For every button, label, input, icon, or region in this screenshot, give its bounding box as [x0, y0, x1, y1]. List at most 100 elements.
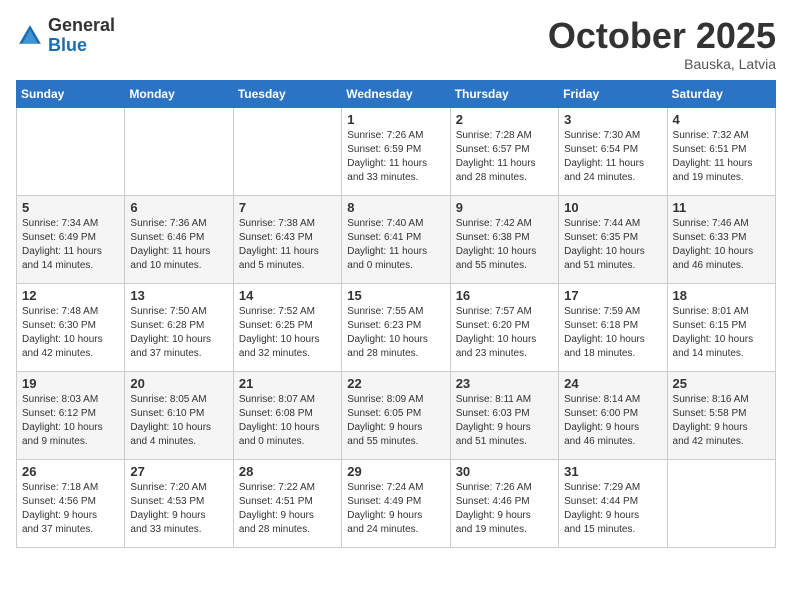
header-cell-saturday: Saturday	[667, 80, 775, 107]
day-info: Sunrise: 8:01 AM Sunset: 6:15 PM Dayligh…	[673, 305, 770, 361]
day-number: 12	[22, 288, 119, 303]
day-number: 10	[564, 200, 661, 215]
day-cell	[233, 107, 341, 195]
week-row-3: 12Sunrise: 7:48 AM Sunset: 6:30 PM Dayli…	[17, 283, 776, 371]
logo: General Blue	[16, 16, 115, 56]
day-info: Sunrise: 7:32 AM Sunset: 6:51 PM Dayligh…	[673, 129, 770, 185]
header-cell-wednesday: Wednesday	[342, 80, 450, 107]
day-info: Sunrise: 7:29 AM Sunset: 4:44 PM Dayligh…	[564, 481, 661, 537]
day-cell: 24Sunrise: 8:14 AM Sunset: 6:00 PM Dayli…	[559, 371, 667, 459]
day-number: 13	[130, 288, 227, 303]
day-info: Sunrise: 7:50 AM Sunset: 6:28 PM Dayligh…	[130, 305, 227, 361]
location: Bauska, Latvia	[548, 56, 776, 72]
day-number: 30	[456, 464, 553, 479]
day-number: 4	[673, 112, 770, 127]
day-cell: 15Sunrise: 7:55 AM Sunset: 6:23 PM Dayli…	[342, 283, 450, 371]
day-info: Sunrise: 8:07 AM Sunset: 6:08 PM Dayligh…	[239, 393, 336, 449]
day-number: 28	[239, 464, 336, 479]
day-cell: 26Sunrise: 7:18 AM Sunset: 4:56 PM Dayli…	[17, 459, 125, 547]
day-cell: 13 Sunrise: 7:50 AM Sunset: 6:28 PM Dayli…	[125, 283, 233, 371]
week-row-2: 5 Sunrise: 7:34 AM Sunset: 6:49 PM Daylig…	[17, 195, 776, 283]
day-cell	[667, 459, 775, 547]
day-info: Sunrise: 7:42 AM Sunset: 6:38 PM Dayligh…	[456, 217, 553, 273]
day-number: 27	[130, 464, 227, 479]
day-cell: 22Sunrise: 8:09 AM Sunset: 6:05 PM Dayli…	[342, 371, 450, 459]
day-number: 19	[22, 376, 119, 391]
day-number: 2	[456, 112, 553, 127]
day-info: Sunrise: 8:05 AM Sunset: 6:10 PM Dayligh…	[130, 393, 227, 449]
day-number: 11	[673, 200, 770, 215]
day-cell: 4 Sunrise: 7:32 AM Sunset: 6:51 PM Daylig…	[667, 107, 775, 195]
header-cell-tuesday: Tuesday	[233, 80, 341, 107]
day-info: Sunrise: 7:59 AM Sunset: 6:18 PM Dayligh…	[564, 305, 661, 361]
day-cell: 5 Sunrise: 7:34 AM Sunset: 6:49 PM Daylig…	[17, 195, 125, 283]
day-number: 16	[456, 288, 553, 303]
day-number: 3	[564, 112, 661, 127]
day-cell: 8 Sunrise: 7:40 AM Sunset: 6:41 PM Daylig…	[342, 195, 450, 283]
day-cell: 30 Sunrise: 7:26 AM Sunset: 4:46 PM Dayli…	[450, 459, 558, 547]
day-number: 1	[347, 112, 444, 127]
day-cell: 2 Sunrise: 7:28 AM Sunset: 6:57 PM Daylig…	[450, 107, 558, 195]
day-number: 14	[239, 288, 336, 303]
page-header: General Blue October 2025 Bauska, Latvia	[16, 16, 776, 72]
day-info: Sunrise: 8:11 AM Sunset: 6:03 PM Dayligh…	[456, 393, 553, 449]
day-cell: 1Sunrise: 7:26 AM Sunset: 6:59 PM Daylig…	[342, 107, 450, 195]
day-cell: 7 Sunrise: 7:38 AM Sunset: 6:43 PM Daylig…	[233, 195, 341, 283]
week-row-5: 26Sunrise: 7:18 AM Sunset: 4:56 PM Dayli…	[17, 459, 776, 547]
day-info: Sunrise: 7:18 AM Sunset: 4:56 PM Dayligh…	[22, 481, 119, 537]
header-cell-monday: Monday	[125, 80, 233, 107]
day-cell: 19 Sunrise: 8:03 AM Sunset: 6:12 PM Dayli…	[17, 371, 125, 459]
day-cell: 27 Sunrise: 7:20 AM Sunset: 4:53 PM Dayli…	[125, 459, 233, 547]
day-info: Sunrise: 7:57 AM Sunset: 6:20 PM Dayligh…	[456, 305, 553, 361]
day-cell: 17Sunrise: 7:59 AM Sunset: 6:18 PM Dayli…	[559, 283, 667, 371]
header-cell-friday: Friday	[559, 80, 667, 107]
day-info: Sunrise: 7:38 AM Sunset: 6:43 PM Dayligh…	[239, 217, 336, 273]
day-info: Sunrise: 7:46 AM Sunset: 6:33 PM Dayligh…	[673, 217, 770, 273]
day-number: 8	[347, 200, 444, 215]
day-number: 25	[673, 376, 770, 391]
day-info: Sunrise: 7:30 AM Sunset: 6:54 PM Dayligh…	[564, 129, 661, 185]
logo-blue: Blue	[48, 36, 115, 56]
day-info: Sunrise: 8:16 AM Sunset: 5:58 PM Dayligh…	[673, 393, 770, 449]
month-title: October 2025	[548, 16, 776, 56]
day-number: 18	[673, 288, 770, 303]
calendar-body: 1Sunrise: 7:26 AM Sunset: 6:59 PM Daylig…	[17, 107, 776, 547]
day-info: Sunrise: 7:52 AM Sunset: 6:25 PM Dayligh…	[239, 305, 336, 361]
day-info: Sunrise: 7:36 AM Sunset: 6:46 PM Dayligh…	[130, 217, 227, 273]
day-number: 22	[347, 376, 444, 391]
day-info: Sunrise: 7:20 AM Sunset: 4:53 PM Dayligh…	[130, 481, 227, 537]
day-cell: 9 Sunrise: 7:42 AM Sunset: 6:38 PM Daylig…	[450, 195, 558, 283]
day-cell: 28Sunrise: 7:22 AM Sunset: 4:51 PM Dayli…	[233, 459, 341, 547]
day-number: 21	[239, 376, 336, 391]
logo-text: General Blue	[48, 16, 115, 56]
day-cell	[125, 107, 233, 195]
day-cell: 14 Sunrise: 7:52 AM Sunset: 6:25 PM Dayli…	[233, 283, 341, 371]
header-cell-sunday: Sunday	[17, 80, 125, 107]
day-cell: 12Sunrise: 7:48 AM Sunset: 6:30 PM Dayli…	[17, 283, 125, 371]
day-cell: 18 Sunrise: 8:01 AM Sunset: 6:15 PM Dayli…	[667, 283, 775, 371]
day-info: Sunrise: 8:03 AM Sunset: 6:12 PM Dayligh…	[22, 393, 119, 449]
day-number: 6	[130, 200, 227, 215]
day-cell: 31Sunrise: 7:29 AM Sunset: 4:44 PM Dayli…	[559, 459, 667, 547]
logo-general: General	[48, 16, 115, 36]
day-cell: 6 Sunrise: 7:36 AM Sunset: 6:46 PM Daylig…	[125, 195, 233, 283]
day-info: Sunrise: 7:34 AM Sunset: 6:49 PM Dayligh…	[22, 217, 119, 273]
day-cell: 23 Sunrise: 8:11 AM Sunset: 6:03 PM Dayli…	[450, 371, 558, 459]
day-cell: 29Sunrise: 7:24 AM Sunset: 4:49 PM Dayli…	[342, 459, 450, 547]
day-info: Sunrise: 7:28 AM Sunset: 6:57 PM Dayligh…	[456, 129, 553, 185]
day-number: 15	[347, 288, 444, 303]
day-number: 7	[239, 200, 336, 215]
day-cell: 11 Sunrise: 7:46 AM Sunset: 6:33 PM Dayli…	[667, 195, 775, 283]
logo-icon	[16, 22, 44, 50]
day-cell: 20 Sunrise: 8:05 AM Sunset: 6:10 PM Dayli…	[125, 371, 233, 459]
day-cell: 3 Sunrise: 7:30 AM Sunset: 6:54 PM Daylig…	[559, 107, 667, 195]
day-info: Sunrise: 7:40 AM Sunset: 6:41 PM Dayligh…	[347, 217, 444, 273]
calendar-header: SundayMondayTuesdayWednesdayThursdayFrid…	[17, 80, 776, 107]
day-number: 9	[456, 200, 553, 215]
header-row: SundayMondayTuesdayWednesdayThursdayFrid…	[17, 80, 776, 107]
day-info: Sunrise: 7:26 AM Sunset: 4:46 PM Dayligh…	[456, 481, 553, 537]
day-number: 5	[22, 200, 119, 215]
day-number: 20	[130, 376, 227, 391]
day-number: 23	[456, 376, 553, 391]
day-info: Sunrise: 7:24 AM Sunset: 4:49 PM Dayligh…	[347, 481, 444, 537]
